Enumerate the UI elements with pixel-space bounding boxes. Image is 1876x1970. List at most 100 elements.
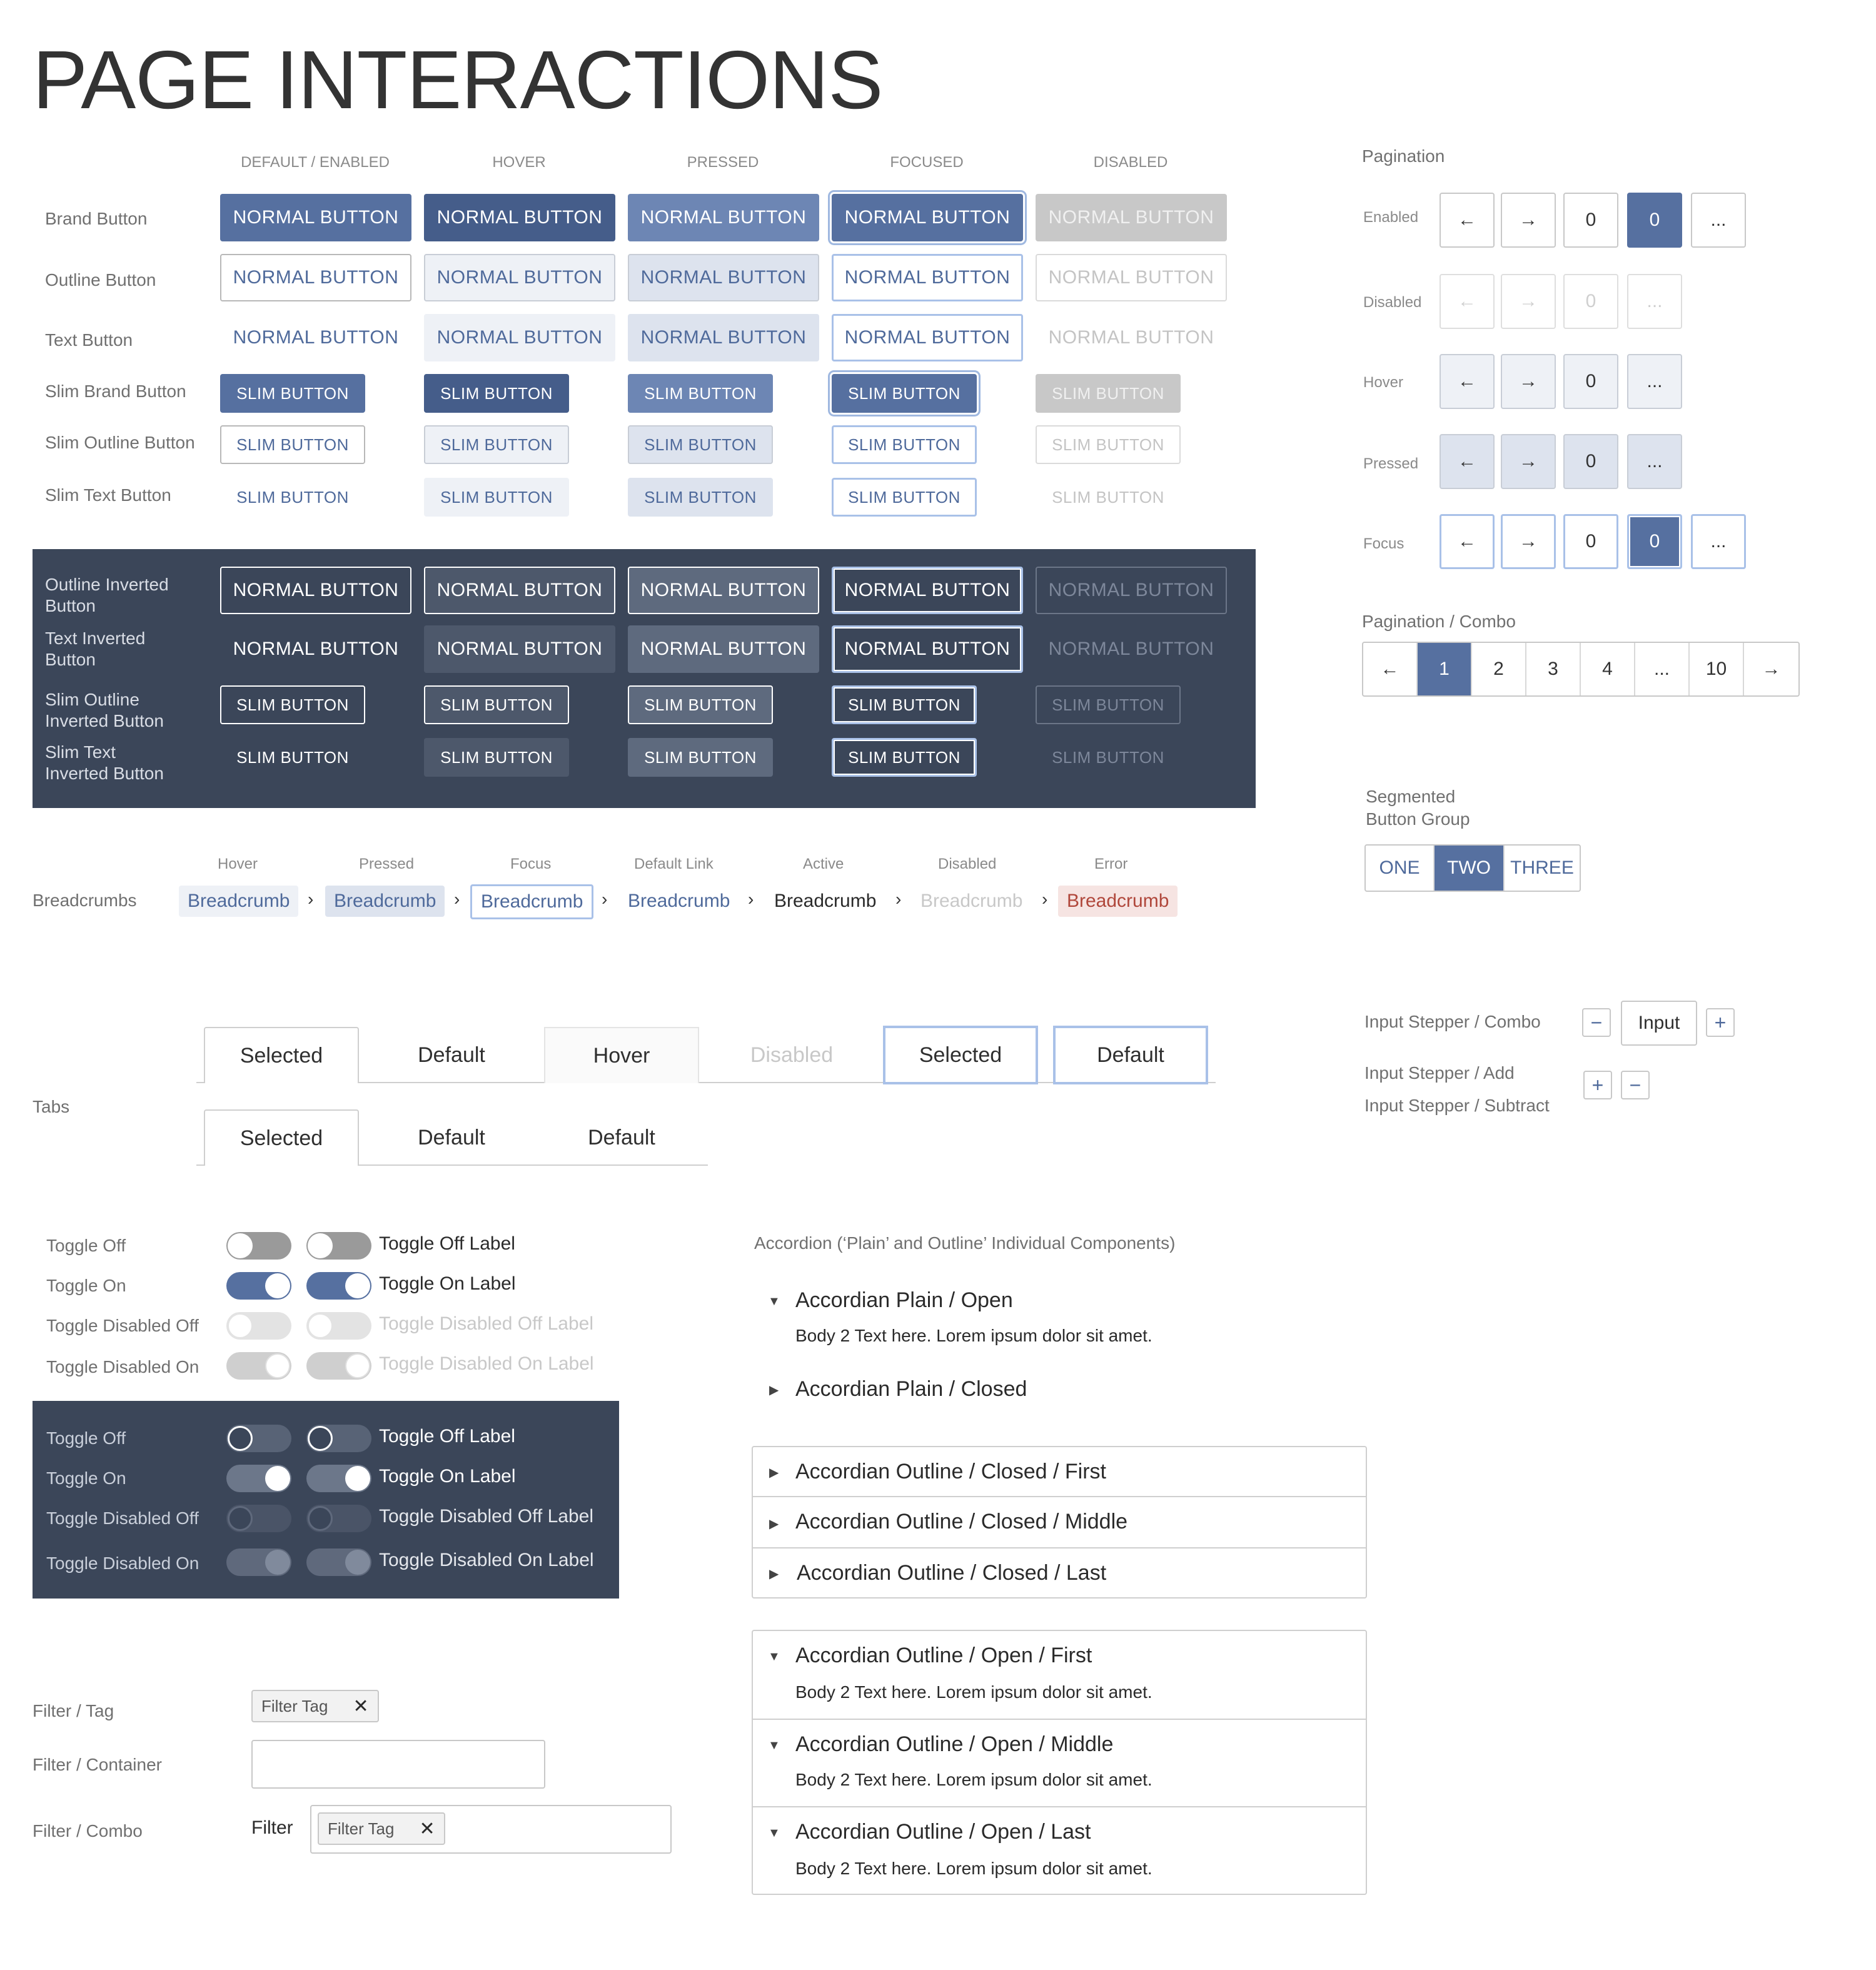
text-inverted-button-hover[interactable]: NORMAL BUTTON — [424, 625, 615, 673]
slim-text-button-pressed[interactable]: SLIM BUTTON — [628, 478, 773, 517]
pagination-combo-next-button[interactable]: → — [1744, 643, 1798, 695]
tab-selected[interactable]: Selected — [204, 1027, 359, 1083]
segment-three[interactable]: THREE — [1505, 846, 1580, 891]
slim-text-inverted-button-hover[interactable]: SLIM BUTTON — [424, 738, 569, 777]
chevron-right-icon[interactable]: ▶ — [769, 1382, 779, 1398]
slim-text-inverted-button-pressed[interactable]: SLIM BUTTON — [628, 738, 773, 777]
tab-hover[interactable]: Hover — [544, 1027, 699, 1083]
stepper-input[interactable]: Input — [1621, 1001, 1697, 1046]
outline-inverted-button-pressed[interactable]: NORMAL BUTTON — [628, 567, 819, 614]
breadcrumb-hover[interactable]: Breadcrumb — [179, 886, 299, 917]
pagination-combo-page-2[interactable]: 2 — [1472, 643, 1526, 695]
outline-inverted-button-hover[interactable]: NORMAL BUTTON — [424, 567, 615, 614]
brand-button-focused[interactable]: NORMAL BUTTON — [832, 194, 1023, 241]
chevron-right-icon[interactable]: ▶ — [769, 1465, 779, 1480]
pagination-prev-button[interactable]: ← — [1440, 193, 1495, 248]
slim-text-button-focused[interactable]: SLIM BUTTON — [832, 478, 977, 517]
pagination-combo-page-1[interactable]: 1 — [1418, 643, 1472, 695]
pagination-combo-page-10[interactable]: 10 — [1690, 643, 1744, 695]
breadcrumb-pressed[interactable]: Breadcrumb — [325, 886, 445, 917]
accordion-outline-open-middle-header[interactable]: Accordian Outline / Open / Middle — [795, 1732, 1113, 1757]
slim-outline-button-focused[interactable]: SLIM BUTTON — [832, 425, 977, 464]
tab-selected[interactable]: Selected — [204, 1109, 359, 1166]
stepper-minus-button[interactable]: − — [1582, 1008, 1611, 1037]
slim-outline-button-pressed[interactable]: SLIM BUTTON — [628, 425, 773, 464]
pagination-page-button[interactable]: 0 — [1563, 193, 1618, 248]
pagination-combo-page-3[interactable]: 3 — [1526, 643, 1581, 695]
slim-outline-inverted-button-hover[interactable]: SLIM BUTTON — [424, 685, 569, 724]
chevron-down-icon[interactable]: ▼ — [768, 1739, 780, 1753]
stepper-add-button[interactable]: + — [1583, 1071, 1612, 1099]
accordion-outline-closed-last-header[interactable]: Accordian Outline / Closed / Last — [797, 1561, 1106, 1585]
tab-default[interactable]: Default — [374, 1109, 529, 1166]
slim-outline-inverted-button-pressed[interactable]: SLIM BUTTON — [628, 685, 773, 724]
slim-text-button-default[interactable]: SLIM BUTTON — [220, 478, 365, 517]
pagination-page-button-pressed[interactable]: 0 — [1563, 434, 1618, 489]
pagination-page-button-active[interactable]: 0 — [1627, 193, 1682, 248]
accordion-outline-closed-middle-header[interactable]: Accordian Outline / Closed / Middle — [795, 1510, 1127, 1534]
chevron-right-icon[interactable]: ▶ — [769, 1566, 779, 1582]
slim-outline-inverted-button-default[interactable]: SLIM BUTTON — [220, 685, 365, 724]
outline-button-default[interactable]: NORMAL BUTTON — [220, 254, 411, 301]
pagination-page-button-hover[interactable]: 0 — [1563, 354, 1618, 409]
segment-one[interactable]: ONE — [1366, 846, 1435, 891]
pagination-more-button-focus[interactable]: ... — [1691, 514, 1746, 569]
pagination-page-button-focus[interactable]: 0 — [1563, 514, 1618, 569]
toggle-inverted-switch-off[interactable] — [226, 1425, 291, 1452]
text-button-default[interactable]: NORMAL BUTTON — [220, 314, 411, 361]
accordion-outline-closed-first-header[interactable]: Accordian Outline / Closed / First — [795, 1460, 1106, 1484]
toggle-inverted-switch-on-labeled[interactable] — [306, 1465, 371, 1492]
pagination-combo-prev-button[interactable]: ← — [1363, 643, 1418, 695]
accordion-outline-open-last-header[interactable]: Accordian Outline / Open / Last — [795, 1820, 1091, 1844]
pagination-more-button[interactable]: ... — [1691, 193, 1746, 248]
accordion-plain-open-header[interactable]: Accordian Plain / Open — [795, 1288, 1013, 1313]
toggle-switch-off-labeled[interactable] — [306, 1232, 371, 1260]
slim-brand-button-default[interactable]: SLIM BUTTON — [220, 374, 365, 413]
tab-default[interactable]: Default — [544, 1109, 699, 1166]
slim-brand-button-pressed[interactable]: SLIM BUTTON — [628, 374, 773, 413]
text-button-focused[interactable]: NORMAL BUTTON — [832, 314, 1023, 361]
close-icon[interactable]: ✕ — [353, 1695, 368, 1717]
chevron-right-icon[interactable]: ▶ — [769, 1516, 779, 1532]
toggle-inverted-switch-on[interactable] — [226, 1465, 291, 1492]
pagination-next-button-hover[interactable]: → — [1501, 354, 1556, 409]
text-inverted-button-pressed[interactable]: NORMAL BUTTON — [628, 625, 819, 673]
slim-text-button-hover[interactable]: SLIM BUTTON — [424, 478, 569, 517]
toggle-switch-on-labeled[interactable] — [306, 1272, 371, 1300]
text-button-pressed[interactable]: NORMAL BUTTON — [628, 314, 819, 361]
pagination-prev-button-hover[interactable]: ← — [1440, 354, 1495, 409]
slim-brand-button-focused[interactable]: SLIM BUTTON — [832, 374, 977, 413]
pagination-next-button-focus[interactable]: → — [1501, 514, 1556, 569]
slim-outline-button-default[interactable]: SLIM BUTTON — [220, 425, 365, 464]
outline-button-hover[interactable]: NORMAL BUTTON — [424, 254, 615, 301]
outline-button-pressed[interactable]: NORMAL BUTTON — [628, 254, 819, 301]
breadcrumb-default-link[interactable]: Breadcrumb — [619, 886, 739, 917]
chevron-down-icon[interactable]: ▼ — [768, 1295, 780, 1309]
slim-outline-inverted-button-focused[interactable]: SLIM BUTTON — [832, 685, 977, 724]
toggle-switch-on[interactable] — [226, 1272, 291, 1300]
segment-two[interactable]: TWO — [1435, 846, 1505, 891]
pagination-page-button-active-focus[interactable]: 0 — [1627, 514, 1682, 569]
tab-default-focused[interactable]: Default — [1053, 1026, 1208, 1084]
pagination-combo-more[interactable]: ... — [1635, 643, 1690, 695]
chevron-down-icon[interactable]: ▼ — [768, 1650, 780, 1664]
tab-selected-focused[interactable]: Selected — [883, 1026, 1038, 1084]
breadcrumb-error[interactable]: Breadcrumb — [1058, 886, 1178, 917]
pagination-prev-button-focus[interactable]: ← — [1440, 514, 1495, 569]
filter-container[interactable] — [251, 1740, 545, 1789]
outline-inverted-button-default[interactable]: NORMAL BUTTON — [220, 567, 411, 614]
slim-outline-button-hover[interactable]: SLIM BUTTON — [424, 425, 569, 464]
close-icon[interactable]: ✕ — [419, 1818, 435, 1840]
stepper-subtract-button[interactable]: − — [1621, 1071, 1650, 1099]
pagination-more-button-hover[interactable]: ... — [1627, 354, 1682, 409]
slim-text-inverted-button-focused[interactable]: SLIM BUTTON — [832, 738, 977, 777]
slim-brand-button-hover[interactable]: SLIM BUTTON — [424, 374, 569, 413]
text-button-hover[interactable]: NORMAL BUTTON — [424, 314, 615, 361]
brand-button-default[interactable]: NORMAL BUTTON — [220, 194, 411, 241]
slim-text-inverted-button-default[interactable]: SLIM BUTTON — [220, 738, 365, 777]
brand-button-hover[interactable]: NORMAL BUTTON — [424, 194, 615, 241]
pagination-next-button-pressed[interactable]: → — [1501, 434, 1556, 489]
outline-button-focused[interactable]: NORMAL BUTTON — [832, 254, 1023, 301]
text-inverted-button-focused[interactable]: NORMAL BUTTON — [832, 625, 1023, 673]
breadcrumb-focus[interactable]: Breadcrumb — [470, 884, 594, 919]
